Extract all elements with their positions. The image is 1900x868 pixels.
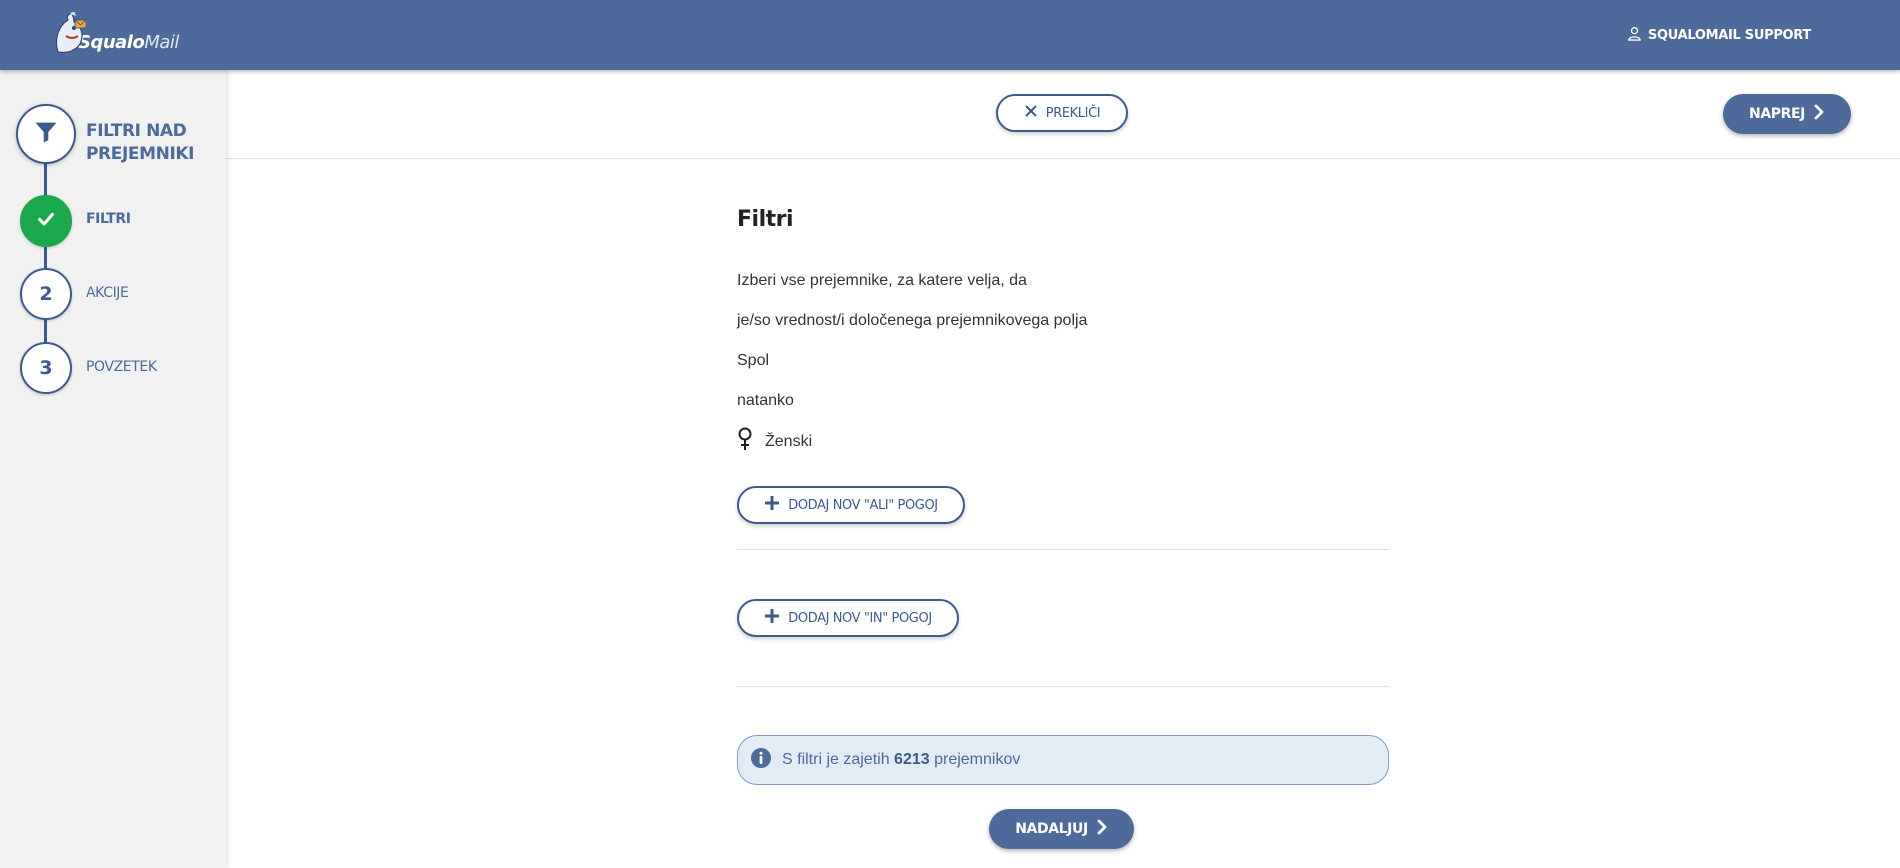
filter-step-circle: [16, 104, 76, 164]
filter-field-name: Spol: [737, 352, 770, 369]
step-1-circle[interactable]: [20, 195, 72, 247]
divider: [737, 549, 1389, 550]
filter-value: Ženski: [737, 427, 812, 456]
add-or-condition-button[interactable]: DODAJ NOV "ALI" POGOJ: [737, 486, 965, 524]
filter-description: Izberi vse prejemnike, za katere velja, …: [737, 272, 1027, 289]
close-icon: [1024, 104, 1038, 122]
divider: [737, 686, 1389, 687]
logo[interactable]: SqualoMail: [52, 10, 182, 60]
stepper-line: [44, 130, 47, 370]
recipient-count-info: S filtri je zajetih 6213 prejemnikov: [737, 735, 1389, 785]
user-label: SQUALOMAIL SUPPORT: [1647, 28, 1811, 43]
top-bar: SqualoMail SQUALOMAIL SUPPORT: [0, 0, 1900, 70]
plus-icon: [764, 608, 780, 628]
logo-text: SqualoMail: [78, 32, 179, 53]
chevron-right-icon: [1096, 819, 1108, 839]
info-prefix: S filtri je zajetih: [782, 751, 890, 768]
check-icon: [35, 208, 57, 235]
action-bar: PREKLIČI NAPREJ: [226, 70, 1900, 159]
filter-icon: [32, 118, 60, 151]
next-label: NAPREJ: [1749, 106, 1805, 122]
continue-label: NADALJUJ: [1015, 821, 1088, 837]
user-icon: [1627, 26, 1642, 45]
add-and-condition-button[interactable]: DODAJ NOV "IN" POGOJ: [737, 599, 959, 637]
info-text: S filtri je zajetih 6213 prejemnikov: [782, 751, 1020, 769]
recipient-count: 6213: [894, 751, 930, 768]
step-1-label[interactable]: FILTRI: [86, 211, 131, 227]
plus-icon: [764, 495, 780, 515]
cancel-label: PREKLIČI: [1045, 105, 1101, 121]
step-2-label[interactable]: AKCIJE: [86, 285, 129, 301]
info-icon: [750, 747, 772, 774]
shark-logo-icon: [52, 10, 87, 58]
add-and-condition-label: DODAJ NOV "IN" POGOJ: [788, 610, 932, 626]
step-3-label[interactable]: POVZETEK: [86, 359, 157, 375]
filter-field-rule: je/so vrednost/i določenega prejemnikove…: [737, 312, 1088, 329]
user-menu[interactable]: SQUALOMAIL SUPPORT: [1627, 26, 1811, 45]
step-2-circle[interactable]: 2: [20, 268, 72, 320]
chevron-right-icon: [1813, 104, 1825, 124]
sidebar-stepper: FILTRI NAD PREJEMNIKI FILTRI 2 AKCIJE 3 …: [0, 70, 226, 868]
filter-operator: natanko: [737, 392, 794, 409]
step-3-circle[interactable]: 3: [20, 342, 72, 394]
info-suffix: prejemnikov: [934, 751, 1021, 768]
page-title: Filtri: [737, 207, 794, 232]
next-button[interactable]: NAPREJ: [1723, 94, 1851, 134]
add-or-condition-label: DODAJ NOV "ALI" POGOJ: [788, 497, 938, 513]
female-icon: [737, 427, 753, 456]
logo-text-light: Mail: [144, 31, 179, 53]
filter-value-label: Ženski: [765, 432, 813, 450]
sidebar-title: FILTRI NAD PREJEMNIKI: [86, 121, 195, 164]
cancel-button[interactable]: PREKLIČI: [996, 94, 1128, 132]
logo-text-bold: Squalo: [78, 31, 145, 53]
continue-button[interactable]: NADALJUJ: [989, 809, 1134, 849]
